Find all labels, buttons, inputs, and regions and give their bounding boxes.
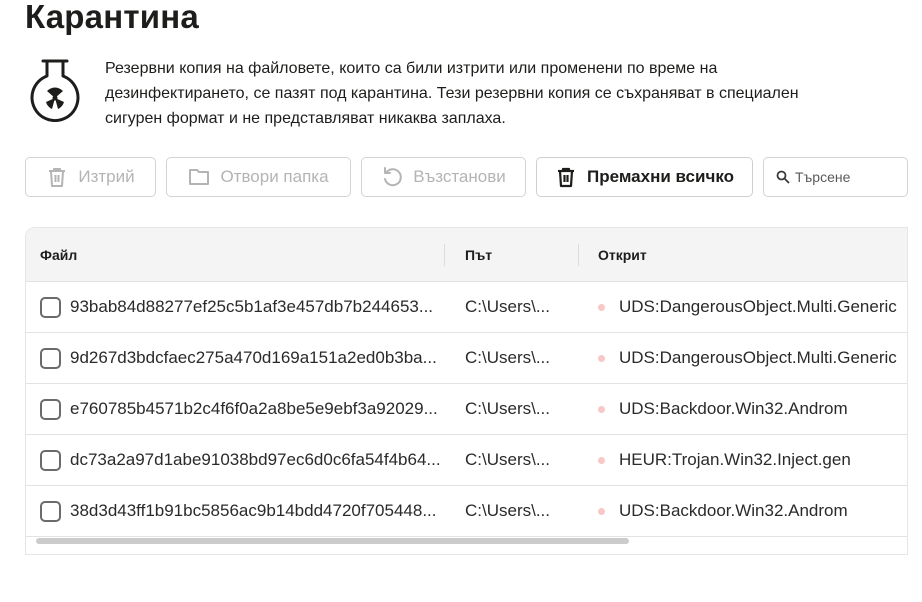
description-line: сигурен формат и не представляват никакв… [105, 110, 506, 127]
detected-threat: HEUR:Trojan.Win32.Inject.gen [598, 435, 907, 485]
file-name: 9d267d3bdcfaec275a470d169a151a2ed0b3ba..… [70, 348, 437, 367]
folder-icon [189, 169, 210, 185]
page-title: Карантина [25, 0, 199, 35]
search-icon [776, 170, 790, 184]
threat-name: HEUR:Trojan.Win32.Inject.gen [619, 450, 851, 469]
file-path: C:\Users\... [465, 450, 551, 469]
delete-button[interactable]: Изтрий [25, 157, 156, 197]
open-folder-button-label: Отвори папка [220, 167, 329, 186]
threat-name: UDS:Backdoor.Win32.Androm [619, 501, 848, 520]
horizontal-scrollbar[interactable] [36, 538, 629, 544]
threat-name: UDS:DangerousObject.Multi.Generic [619, 297, 897, 316]
row-checkbox[interactable] [40, 399, 61, 420]
search-input[interactable] [795, 169, 895, 185]
file-path: C:\Users\... [465, 348, 551, 367]
file-name: e760785b4571b2c4f6f0a2a8be5e9ebf3a92029.… [70, 399, 438, 418]
file-name: 93bab84d88277ef25c5b1af3e457db7b244653..… [70, 297, 434, 316]
table-row[interactable]: 38d3d43ff1b91bc5856ac9b14bdd4720f705448.… [26, 486, 907, 537]
threat-dot-icon [598, 354, 605, 362]
trash-icon [49, 168, 66, 187]
table-row[interactable]: e760785b4571b2c4f6f0a2a8be5e9ebf3a92029.… [26, 384, 907, 435]
search-box[interactable] [763, 157, 908, 197]
threat-name: UDS:DangerousObject.Multi.Generic [619, 348, 897, 367]
threat-dot-icon [598, 405, 605, 413]
remove-all-button[interactable]: Премахни всичко [536, 157, 753, 197]
remove-all-button-label: Премахни всичко [586, 167, 734, 186]
radioactive-flask-icon [30, 59, 80, 122]
quarantine-table: Файл Път Открит 93bab84d88277ef25c5b1af3… [25, 227, 908, 555]
trash-icon [557, 167, 574, 188]
detected-threat: UDS:DangerousObject.Multi.Generic [598, 282, 907, 332]
table-row[interactable]: dc73a2a97d1abe91038bd97ec6d0c6fa54f4b64.… [26, 435, 907, 486]
table-header: Файл Път Открит [26, 228, 907, 282]
restore-icon [384, 167, 403, 187]
quarantine-description: Резервни копия на файловете, които са би… [105, 56, 905, 131]
file-name: dc73a2a97d1abe91038bd97ec6d0c6fa54f4b64.… [70, 450, 441, 469]
table-row[interactable]: 93bab84d88277ef25c5b1af3e457db7b244653..… [26, 282, 907, 333]
intro-section: Резервни копия на файловете, които са би… [29, 56, 909, 128]
delete-button-label: Изтрий [78, 167, 135, 186]
restore-button[interactable]: Възстанови [361, 157, 526, 197]
open-folder-button[interactable]: Отвори папка [166, 157, 351, 197]
row-checkbox[interactable] [40, 297, 61, 318]
row-checkbox[interactable] [40, 501, 61, 522]
description-line: Резервни копия на файловете, които са би… [105, 60, 718, 77]
file-path: C:\Users\... [465, 501, 551, 520]
detected-threat: UDS:Backdoor.Win32.Androm [598, 486, 907, 536]
restore-button-label: Възстанови [413, 167, 506, 186]
column-divider[interactable] [578, 244, 579, 266]
file-path: C:\Users\... [465, 297, 551, 316]
threat-dot-icon [598, 507, 605, 515]
detected-threat: UDS:Backdoor.Win32.Androm [598, 384, 907, 434]
threat-dot-icon [598, 303, 605, 311]
column-header-path[interactable]: Път [465, 228, 492, 282]
column-divider[interactable] [444, 244, 445, 266]
detected-threat: UDS:DangerousObject.Multi.Generic [598, 333, 907, 383]
threat-dot-icon [598, 456, 605, 464]
threat-name: UDS:Backdoor.Win32.Androm [619, 399, 848, 418]
description-line: дезинфектирането, се пазят под карантина… [105, 85, 799, 102]
column-header-detected[interactable]: Открит [598, 228, 647, 282]
table-row[interactable]: 9d267d3bdcfaec275a470d169a151a2ed0b3ba..… [26, 333, 907, 384]
file-name: 38d3d43ff1b91bc5856ac9b14bdd4720f705448.… [70, 501, 437, 520]
column-header-file[interactable]: Файл [40, 228, 77, 282]
file-path: C:\Users\... [465, 399, 551, 418]
row-checkbox[interactable] [40, 450, 61, 471]
row-checkbox[interactable] [40, 348, 61, 369]
